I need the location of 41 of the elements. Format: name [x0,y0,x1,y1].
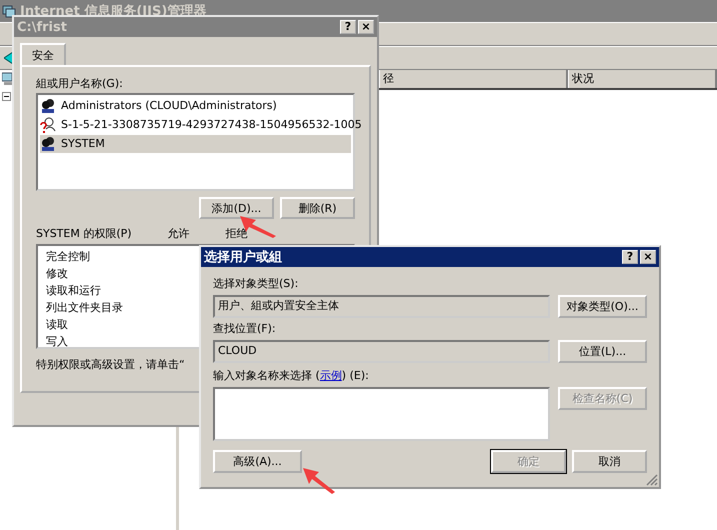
cancel-button[interactable]: 取消 [572,450,647,473]
unknown-user-icon [40,117,56,133]
window-title: C:\frist [17,20,68,34]
field-label: 組或用户名称(G): [36,77,123,91]
location-field[interactable]: CLOUD [213,340,550,363]
list-item: 修改 [46,266,68,282]
examples-link[interactable]: 示例 [320,369,342,382]
computer-icon[interactable] [2,72,14,86]
hint-text: 特别权限或高级设置，请单击“ [36,357,185,372]
list-item[interactable]: S-1-5-21-3308735719-4293727438-1504956532-1005 [59,116,364,133]
advanced-button[interactable]: 高级(A)... [213,450,302,473]
list-item: 列出文件夹目录 [46,300,123,316]
list-item: 写入 [46,334,68,350]
add-button[interactable]: 添加(D)... [199,197,274,219]
users-icon [40,136,56,152]
object-types-button[interactable]: 对象类型(O)... [558,295,647,318]
list-item[interactable]: Administrators (CLOUD\Administrators) [59,97,279,114]
field-label: SYSTEM 的权限(P) [36,227,132,241]
resize-grip[interactable] [646,474,658,486]
list-item: 完全控制 [46,249,90,265]
column-header[interactable]: 状况 [568,70,717,88]
column-header: 允许 [168,227,190,241]
object-type-field[interactable]: 用户、組或内置安全主体 [213,295,550,318]
field-label: 输入对象名称来选择 (示例) (E): [213,369,369,383]
window-title: 选择用户或組 [204,248,283,266]
list-item: 读取 [46,317,68,333]
app-icon [2,4,16,18]
field-label: 查找位置(F): [213,322,276,336]
list-item: 读取和运行 [46,283,101,299]
help-button[interactable]: ? [622,250,638,264]
pointer-arrow [303,468,335,494]
names-input[interactable] [213,387,550,441]
column-header: 拒绝 [226,227,248,241]
users-icon [40,98,56,114]
locations-button[interactable]: 位置(L)... [558,340,647,363]
remove-button[interactable]: 删除(R) [280,197,355,219]
field-label: 选择对象类型(S): [213,277,298,291]
list-item[interactable]: SYSTEM [59,135,107,152]
close-button[interactable]: × [640,250,656,264]
expand-icon[interactable] [2,92,11,101]
tab[interactable]: 安全 [20,43,66,65]
